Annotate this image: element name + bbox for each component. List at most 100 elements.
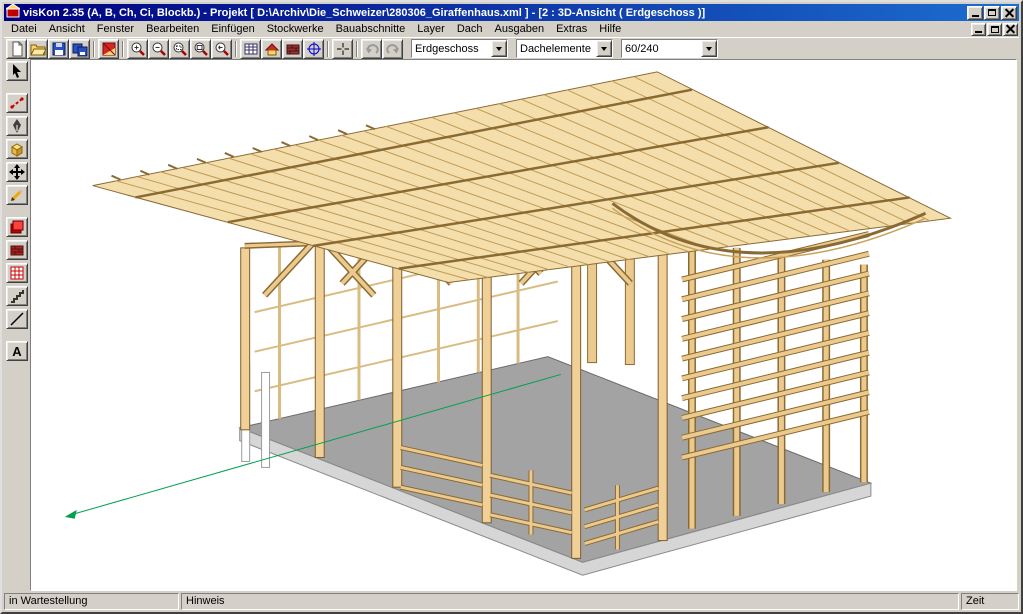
restore-button[interactable] [984, 6, 1000, 20]
new-document-button[interactable] [6, 39, 27, 59]
dimension-tool-icon [9, 95, 25, 111]
application-window: { "window": { "title": "visKon 2.35 (A, … [0, 0, 1023, 614]
storey-combobox[interactable]: Erdgeschoss [411, 39, 508, 58]
child-minimize-button[interactable] [971, 23, 986, 36]
roof-view-button[interactable] [261, 39, 282, 59]
dimension-tool-button[interactable] [6, 93, 28, 113]
toolbar-separator [327, 41, 329, 57]
component-tool-icon [9, 141, 25, 157]
select-tool-button[interactable] [6, 61, 28, 81]
open-folder-icon [30, 41, 46, 57]
menu-ausgaben[interactable]: Ausgaben [489, 22, 551, 36]
storey-combobox-value: Erdgeschoss [412, 43, 491, 55]
text-tool-icon: A [12, 345, 21, 358]
redo-icon [385, 41, 401, 57]
child-minimize-icon [975, 31, 982, 33]
element-type-combobox-arrow[interactable] [596, 40, 612, 57]
reference-point-button[interactable] [303, 39, 324, 59]
marker-tool-icon [9, 118, 25, 134]
menu-ansicht[interactable]: Ansicht [43, 22, 91, 36]
menu-layer[interactable]: Layer [411, 22, 451, 36]
move-tool-icon [9, 164, 25, 180]
child-close-button[interactable] [1003, 23, 1018, 36]
child-restore-button[interactable] [987, 23, 1002, 36]
menu-datei[interactable]: Datei [5, 22, 43, 36]
cross-section-combobox-arrow[interactable] [701, 40, 717, 57]
zoom-all-button[interactable] [190, 39, 211, 59]
open-project-button[interactable] [27, 39, 48, 59]
toolbar-separator [235, 41, 237, 57]
pencil-tool-icon [9, 187, 25, 203]
save-icon [51, 41, 67, 57]
menu-fenster[interactable]: Fenster [91, 22, 140, 36]
menu-bar: Datei Ansicht Fenster Bearbeiten Einfüge… [4, 21, 1019, 37]
layers-tool-button[interactable] [6, 217, 28, 237]
save-all-icon [72, 41, 88, 57]
toolbar-separator [122, 41, 124, 57]
title-bar[interactable]: visKon 2.35 (A, B, Ch, Ci, Blockb.) - Pr… [4, 4, 1019, 21]
menu-stockwerke[interactable]: Stockwerke [261, 22, 330, 36]
zoom-out-icon [151, 41, 167, 57]
menu-dach[interactable]: Dach [451, 22, 489, 36]
model-drawing [31, 60, 1016, 590]
close-icon [1005, 9, 1014, 17]
minimize-button[interactable] [967, 6, 983, 20]
zoom-window-button[interactable] [169, 39, 190, 59]
element-type-combobox[interactable]: Dachelemente [516, 39, 613, 58]
zoom-window-icon [172, 41, 188, 57]
roof [93, 72, 951, 283]
wireframe-post [262, 372, 270, 467]
cross-section-combobox[interactable]: 60/240 [621, 39, 718, 58]
zoom-previous-button[interactable] [211, 39, 232, 59]
redo-button[interactable] [382, 39, 403, 59]
toolbar-separator [93, 41, 95, 57]
save-button[interactable] [48, 39, 69, 59]
move-tool-button[interactable] [6, 162, 28, 182]
crosshair-button[interactable] [332, 39, 353, 59]
profile-table-button[interactable] [240, 39, 261, 59]
restore-icon [988, 9, 996, 16]
menu-bauabschnitte[interactable]: Bauabschnitte [330, 22, 412, 36]
status-hint: Hinweis [181, 593, 959, 610]
storey-combobox-arrow[interactable] [491, 40, 507, 57]
marker-tool-button[interactable] [6, 116, 28, 136]
cross-section-combobox-value: 60/240 [622, 43, 701, 55]
zoom-previous-icon [214, 41, 230, 57]
stairs-tool-button[interactable] [6, 286, 28, 306]
close-button[interactable] [1001, 6, 1017, 20]
reference-point-icon [306, 41, 322, 57]
minimize-icon [972, 15, 979, 17]
child-close-icon [1006, 25, 1015, 33]
menu-extras[interactable]: Extras [550, 22, 593, 36]
pencil-tool-button[interactable] [6, 185, 28, 205]
profile-table-icon [243, 41, 259, 57]
save-all-button[interactable] [69, 39, 90, 59]
views-button[interactable] [98, 39, 119, 59]
undo-button[interactable] [361, 39, 382, 59]
undo-icon [364, 41, 380, 57]
line-tool-button[interactable] [6, 309, 28, 329]
wall-tool-button[interactable] [6, 240, 28, 260]
zoom-out-button[interactable] [148, 39, 169, 59]
grid-tool-button[interactable] [6, 263, 28, 283]
wall-view-icon [285, 41, 301, 57]
crosshair-icon [335, 41, 351, 57]
views-icon [101, 41, 117, 57]
chevron-down-icon [601, 47, 607, 54]
toolbar-separator [356, 41, 358, 57]
new-document-icon [9, 41, 25, 57]
menu-einfuegen[interactable]: Einfügen [205, 22, 260, 36]
component-tool-button[interactable] [6, 139, 28, 159]
text-tool-button[interactable]: A [6, 341, 28, 361]
menu-hilfe[interactable]: Hilfe [593, 22, 627, 36]
viewport-3d[interactable] [30, 59, 1017, 591]
child-restore-icon [991, 26, 999, 33]
wall-view-button[interactable] [282, 39, 303, 59]
zoom-in-icon [130, 41, 146, 57]
zoom-all-icon [193, 41, 209, 57]
status-bar: in Wartestellung Hinweis Zeit [4, 593, 1019, 610]
menu-bearbeiten[interactable]: Bearbeiten [140, 22, 205, 36]
zoom-in-button[interactable] [127, 39, 148, 59]
line-tool-icon [9, 311, 25, 327]
status-mode: in Wartestellung [4, 593, 179, 610]
